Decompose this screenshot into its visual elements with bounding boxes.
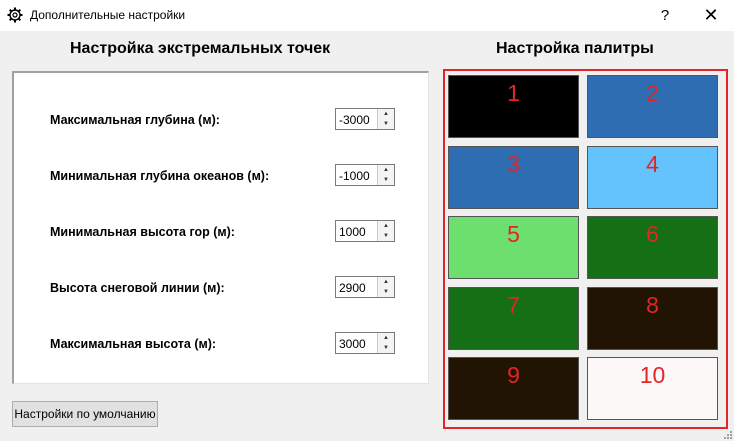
swatch-number: 7 bbox=[507, 292, 520, 318]
snow-line-row: Высота снеговой линии (м): 2900 ▲ ▼ bbox=[50, 276, 420, 300]
spinner-buttons: ▲ ▼ bbox=[377, 109, 394, 129]
swatch-number: 1 bbox=[507, 80, 520, 106]
swatch-number: 6 bbox=[646, 221, 659, 247]
extreme-points-panel: Максимальная глубина (м): -3000 ▲ ▼ Мини… bbox=[12, 71, 429, 384]
palette-swatch-4[interactable]: 4 bbox=[587, 146, 718, 209]
palette-title: Настройка палитры bbox=[496, 40, 654, 57]
max-height-row: Максимальная высота (м): 3000 ▲ ▼ bbox=[50, 332, 420, 356]
spin-down-icon[interactable]: ▼ bbox=[378, 175, 394, 185]
gear-icon bbox=[7, 7, 23, 23]
min-mountain-height-value[interactable]: 1000 bbox=[339, 225, 366, 239]
min-mountain-height-row: Минимальная высота гор (м): 1000 ▲ ▼ bbox=[50, 220, 420, 244]
title-bar: Дополнительные настройки ? ✕ bbox=[0, 0, 734, 31]
max-height-label: Максимальная высота (м): bbox=[50, 337, 217, 351]
min-ocean-depth-value[interactable]: -1000 bbox=[339, 169, 370, 183]
max-depth-label: Максимальная глубина (м): bbox=[50, 113, 220, 127]
min-ocean-depth-row: Минимальная глубина океанов (м): -1000 ▲… bbox=[50, 164, 420, 188]
min-ocean-depth-label: Минимальная глубина океанов (м): bbox=[50, 169, 270, 183]
min-ocean-depth-spinner[interactable]: -1000 ▲ ▼ bbox=[335, 164, 395, 186]
spin-down-icon[interactable]: ▼ bbox=[378, 287, 394, 297]
spinner-buttons: ▲ ▼ bbox=[377, 277, 394, 297]
palette-swatch-10[interactable]: 10 bbox=[587, 357, 718, 420]
snow-line-label: Высота снеговой линии (м): bbox=[50, 281, 225, 295]
palette-swatch-5[interactable]: 5 bbox=[448, 216, 579, 279]
max-depth-value[interactable]: -3000 bbox=[339, 113, 370, 127]
swatch-number: 8 bbox=[646, 292, 659, 318]
spinner-buttons: ▲ ▼ bbox=[377, 221, 394, 241]
spinner-buttons: ▲ ▼ bbox=[377, 165, 394, 185]
max-depth-spinner[interactable]: -3000 ▲ ▼ bbox=[335, 108, 395, 130]
snow-line-spinner[interactable]: 2900 ▲ ▼ bbox=[335, 276, 395, 298]
resize-grip-icon[interactable] bbox=[722, 429, 732, 439]
palette-swatch-2[interactable]: 2 bbox=[587, 75, 718, 138]
swatch-number: 4 bbox=[646, 151, 659, 177]
min-mountain-height-spinner[interactable]: 1000 ▲ ▼ bbox=[335, 220, 395, 242]
palette-swatch-8[interactable]: 8 bbox=[587, 287, 718, 350]
window-title: Дополнительные настройки bbox=[30, 8, 186, 22]
palette-swatch-3[interactable]: 3 bbox=[448, 146, 579, 209]
spinner-buttons: ▲ ▼ bbox=[377, 333, 394, 353]
max-height-value[interactable]: 3000 bbox=[339, 337, 366, 351]
palette-swatch-1[interactable]: 1 bbox=[448, 75, 579, 138]
swatch-number: 9 bbox=[507, 362, 520, 388]
max-depth-row: Максимальная глубина (м): -3000 ▲ ▼ bbox=[50, 108, 420, 132]
spin-down-icon[interactable]: ▼ bbox=[378, 119, 394, 129]
close-button[interactable]: ✕ bbox=[688, 0, 734, 31]
swatch-number: 5 bbox=[507, 221, 520, 247]
min-mountain-height-label: Минимальная высота гор (м): bbox=[50, 225, 235, 239]
swatch-number: 2 bbox=[646, 80, 659, 106]
swatch-number: 3 bbox=[507, 151, 520, 177]
swatch-number: 10 bbox=[639, 362, 666, 388]
max-height-spinner[interactable]: 3000 ▲ ▼ bbox=[335, 332, 395, 354]
palette-swatch-6[interactable]: 6 bbox=[587, 216, 718, 279]
extreme-points-title: Настройка экстремальных точек bbox=[70, 40, 331, 57]
spin-down-icon[interactable]: ▼ bbox=[378, 343, 394, 353]
snow-line-value[interactable]: 2900 bbox=[339, 281, 366, 295]
default-settings-button[interactable]: Настройки по умолчанию bbox=[12, 401, 158, 427]
spin-down-icon[interactable]: ▼ bbox=[378, 231, 394, 241]
palette-swatch-7[interactable]: 7 bbox=[448, 287, 579, 350]
help-button[interactable]: ? bbox=[642, 0, 688, 31]
palette-frame: 1 2 3 4 5 6 7 8 9 10 bbox=[443, 69, 728, 429]
palette-swatch-9[interactable]: 9 bbox=[448, 357, 579, 420]
